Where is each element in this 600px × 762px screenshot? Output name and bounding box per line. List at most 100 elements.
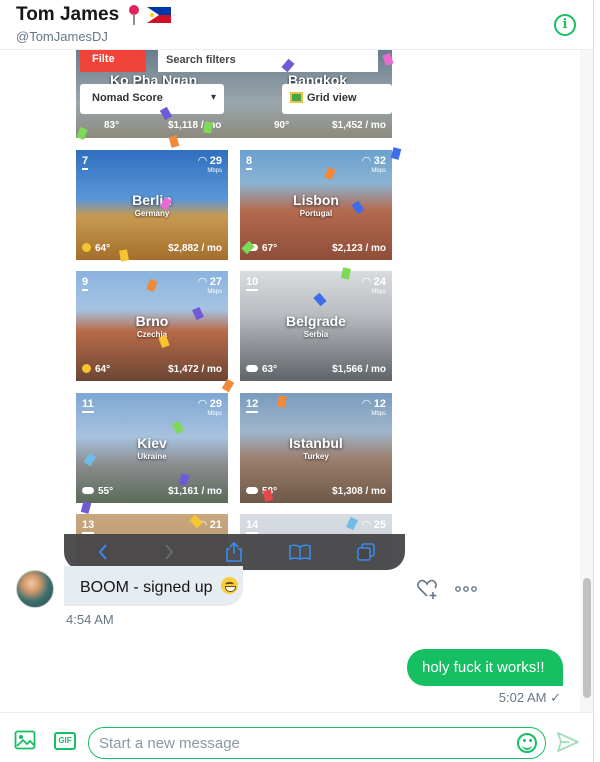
city-card-belgrade: 10 ◠ 24 Mbps Belgrade Serbia 63° $1,566 /… [240,271,392,381]
confetti-piece [390,147,402,160]
message-timestamp: 4:54 AM [66,612,114,627]
grinning-face-icon [220,577,238,594]
round-pushpin-icon [127,5,141,25]
view-select: Grid view [282,84,392,114]
card-price: $1,566 / mo [332,364,386,375]
wifi-icon: ◠ [362,155,374,167]
wifi-icon: ◠ [362,519,374,531]
gif-icon[interactable]: GIF [54,732,76,750]
card-rank: 11 [82,398,94,413]
filter-button: Filte [80,50,146,72]
card-city-name: Berlin [132,192,172,208]
card-city-name: Brno [135,313,169,329]
card-price: $2,123 / mo [332,243,386,254]
tabs-icon[interactable] [355,541,377,563]
card-temperature: 83° [104,120,120,131]
card-price: $2,882 / mo [168,243,222,254]
sort-select-value: Nomad Score [92,92,163,104]
card-temperature: 63° [246,364,277,375]
message-input-wrapper [88,727,546,759]
more-options-icon[interactable] [455,578,479,600]
philippines-flag-icon [147,7,172,23]
confetti-piece [80,501,92,514]
card-rank: 9 [82,276,89,291]
card-country-name: Serbia [303,330,329,339]
contact-handle: @TomJamesDJ [16,29,108,44]
message-timestamp: 5:02 AM ✓ [498,690,561,705]
city-card-berlin: 7 ◠ 29 Mbps Berlin Germany 64° $2,882 / m… [76,150,228,260]
scrollbar-thumb[interactable] [583,578,591,698]
city-card-kiev: 11 ◠ 29 Mbps Kiev Ukraine 55° $1,161 / mo [76,393,228,503]
message-composer: GIF [0,712,593,762]
card-rank: 13 [82,519,95,534]
card-country-name: Germany [134,209,170,218]
wifi-icon: ◠ [362,398,374,410]
search-filters-input: Search filters [158,50,378,72]
card-price: $1,118 / mo [168,120,222,131]
message-text: holy fuck it works!! [422,659,545,676]
forward-icon[interactable] [158,541,180,563]
card-city-name: Belgrade [286,313,346,329]
card-rank: 7 [82,155,89,170]
sun-icon [82,364,91,373]
picture-icon [290,92,303,103]
back-icon[interactable] [92,541,114,563]
wifi-icon: ◠ [198,276,210,288]
card-rank: 12 [246,398,259,413]
city-card-lisbon: 8 ◠ 32 Mbps Lisbon Portugal 67° $2,123 / … [240,150,392,260]
view-select-value: Grid view [307,92,357,104]
card-rank: 14 [246,519,259,534]
city-card-istanbul: 12 ◠ 12Mbps Istanbul Turkey 58° $1,308 /… [240,393,392,503]
wifi-icon: ◠ [198,155,210,167]
card-city-name: Kiev [137,435,167,451]
shared-screenshot-image[interactable]: Filte Search filters Ko Pha Ngan Bangkok… [64,50,405,570]
browser-toolbar [64,534,405,570]
wifi-speed: ◠ 29 Mbps [198,155,222,175]
wifi-speed: ◠ 32 Mbps [362,155,386,175]
dm-conversation: Tom James @TomJamesDJ i Filte Search fil… [0,0,594,762]
wifi-speed: ◠ 25 [362,519,386,531]
emoji-picker-icon[interactable] [517,733,537,753]
conversation-scrollbar[interactable] [580,50,593,712]
sent-message-bubble[interactable]: holy fuck it works!! [407,649,563,686]
cloud-icon [246,487,258,494]
message-text: BOOM - signed up [80,579,213,596]
card-country-name: Turkey [303,452,329,461]
contact-name-row: Tom James [16,4,172,26]
conversation-header: Tom James @TomJamesDJ i [0,0,593,50]
confetti-piece [76,126,88,141]
image-icon[interactable] [14,730,36,750]
card-country-name: Portugal [299,209,333,218]
info-icon[interactable]: i [554,14,576,36]
confetti-piece [119,249,129,262]
card-rank: 8 [246,155,253,170]
avatar[interactable] [16,570,54,608]
card-price: $1,161 / mo [168,486,222,497]
card-country-name: Czechia [136,330,168,339]
sun-icon [82,243,91,252]
wifi-speed: ◠ 27 Mbps [198,276,222,296]
contact-name: Tom James [16,4,120,25]
card-city-name: Istanbul [289,435,343,451]
card-price: $1,308 / mo [332,486,386,497]
cloud-icon [246,365,258,372]
wifi-speed: ◠ 12 Mbps [362,398,386,418]
card-country-name: Ukraine [137,452,167,461]
chevron-down-icon: ▾ [210,92,216,103]
card-temperature: 90° [274,120,290,131]
received-message-bubble[interactable]: BOOM - signed up [64,566,243,606]
card-temperature: 55° [82,486,113,497]
card-temperature: 64° [82,364,110,375]
share-icon[interactable] [223,541,245,563]
card-temperature: 58° [246,486,277,497]
card-price: $1,472 / mo [168,364,222,375]
wifi-icon: ◠ [362,276,374,288]
sort-select: Nomad Score ▾ [80,84,224,114]
card-city-name: Lisbon [293,192,339,208]
wifi-speed: ◠ 29 Mbps [198,398,222,418]
card-rank: 10 [246,276,259,291]
add-reaction-heart-icon[interactable] [416,578,438,600]
bookmarks-icon[interactable] [289,541,312,563]
message-input[interactable] [99,730,509,756]
send-icon[interactable] [557,732,579,752]
